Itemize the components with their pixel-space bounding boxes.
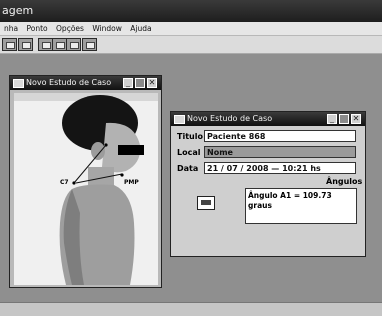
camera-icon [42,42,51,49]
date-time-field[interactable]: 21 / 07 / 2008 — 10:21 hs [204,162,356,174]
local-label: Local [177,148,201,157]
info-window-title-bar[interactable]: Novo Estudo de Caso _ ✕ [171,112,365,126]
titulo-label: Titulo [177,132,203,141]
menu-item-ponto[interactable]: Ponto [27,24,48,33]
pmp-marker-label: PMP [124,179,139,186]
toolbar-close-button[interactable] [66,38,81,51]
patient-photo[interactable]: C7 PMP [14,93,158,285]
info-window-title: Novo Estudo de Caso [187,114,273,123]
menu-bar: nha Ponto Opções Window Ajuda [0,22,382,36]
close-button[interactable]: ✕ [351,114,361,124]
photo-window: Novo Estudo de Caso _ ✕ C7 PMP [9,75,162,288]
angulos-label: Ângulos [326,177,363,186]
titulo-field[interactable]: Paciente 868 [204,130,356,142]
menu-item-ajuda[interactable]: Ajuda [130,24,151,33]
toolbar-grid-button[interactable] [52,38,67,51]
c7-marker-label: C7 [60,179,69,186]
angles-list[interactable]: Ângulo A1 = 109.73 graus [245,188,357,224]
toolbar-camera-button[interactable] [38,38,53,51]
minimize-button[interactable]: _ [327,114,337,124]
data-label: Data [177,164,199,173]
window-icon [13,79,24,88]
grid-icon [56,42,65,49]
local-field[interactable]: Nome [204,146,356,158]
photo-window-title: Novo Estudo de Caso [26,78,112,87]
window-icon [174,115,185,124]
photo-window-title-bar[interactable]: Novo Estudo de Caso _ ✕ [10,76,161,90]
menu-item-opcoes[interactable]: Opções [56,24,84,33]
menu-item-linha[interactable]: nha [4,24,18,33]
close-button[interactable]: ✕ [147,78,157,88]
maximize-button[interactable] [135,78,145,88]
case-info-window: Novo Estudo de Caso _ ✕ Titulo Paciente … [170,111,366,257]
cross-icon [70,42,79,49]
toolbar [0,36,382,54]
maximize-button[interactable] [339,114,349,124]
folder-icon [6,42,15,49]
printer-icon [86,42,95,49]
minimize-button[interactable]: _ [123,78,133,88]
image-icon [22,42,31,49]
status-bar [0,302,382,316]
app-title-bar: agem [0,0,382,22]
posture-image [14,93,158,285]
toolbar-image-button[interactable] [18,38,33,51]
toolbar-open-button[interactable] [2,38,17,51]
export-button[interactable] [197,196,215,210]
menu-item-window[interactable]: Window [92,24,122,33]
toolbar-print-button[interactable] [82,38,97,51]
app-title: agem [2,4,34,17]
computer-icon [201,200,211,205]
